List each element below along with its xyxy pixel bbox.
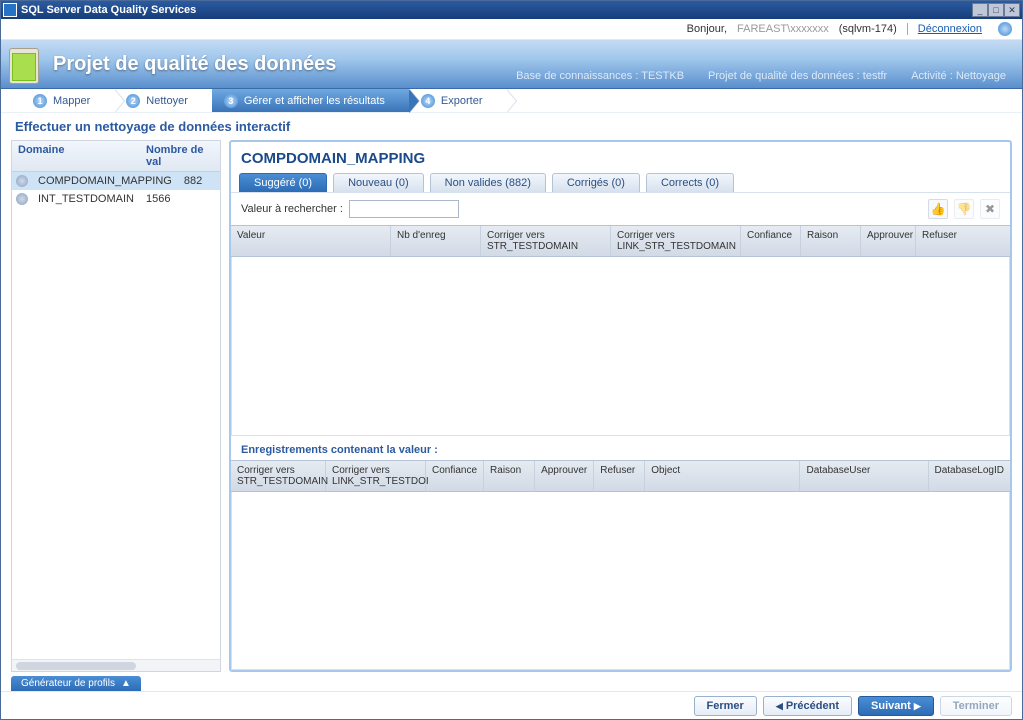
user-name: FAREAST\xxxxxxx: [737, 23, 829, 35]
col-reason[interactable]: Raison: [801, 226, 861, 256]
domain-row[interactable]: COMPDOMAIN_MAPPING 882: [12, 172, 220, 190]
col-value[interactable]: Valeur: [231, 226, 391, 256]
col-dbuser[interactable]: DatabaseUser: [800, 461, 928, 491]
domain-name: INT_TESTDOMAIN: [32, 190, 140, 208]
tab-correct[interactable]: Corrects (0): [646, 173, 734, 192]
col-object[interactable]: Object: [645, 461, 800, 491]
chevron-up-icon: ▲: [121, 678, 131, 689]
profiler-row: Générateur de profils ▲: [1, 676, 1022, 691]
col-domain: Domaine: [12, 141, 140, 171]
tab-corrected[interactable]: Corrigés (0): [552, 173, 640, 192]
values-grid-header: Valeur Nb d'enreg Corriger vers STR_TEST…: [231, 225, 1010, 257]
user-bar: Bonjour, FAREAST\xxxxxxx (sqlvm-174) Déc…: [1, 19, 1022, 39]
col-count[interactable]: Nb d'enreg: [391, 226, 481, 256]
col-correct-link[interactable]: Corriger vers LINK_STR_TESTDOI: [326, 461, 426, 491]
finish-button[interactable]: Terminer: [940, 696, 1012, 716]
banner: Projet de qualité des données Base de co…: [1, 39, 1022, 89]
domain-title: COMPDOMAIN_MAPPING: [231, 142, 1010, 173]
domain-icon: [16, 175, 28, 187]
step-cleanse[interactable]: 2 Nettoyer: [114, 89, 212, 112]
separator: [907, 23, 908, 35]
wizard-steps: 1 Mapper 2 Nettoyer 3 Gérer et afficher …: [1, 89, 1022, 113]
step-label: Nettoyer: [146, 95, 188, 107]
approve-all-icon[interactable]: 👍: [928, 199, 948, 219]
col-dblogid[interactable]: DatabaseLogID: [929, 461, 1011, 491]
banner-meta: Base de connaissances : TESTKB Projet de…: [516, 70, 1022, 88]
step-label: Gérer et afficher les résultats: [244, 95, 385, 107]
step-number: 2: [126, 94, 140, 108]
titlebar: SQL Server Data Quality Services _ □ ✕: [1, 1, 1022, 19]
col-confidence[interactable]: Confiance: [741, 226, 801, 256]
domain-count: 882: [178, 172, 220, 190]
window-title: SQL Server Data Quality Services: [21, 4, 972, 16]
next-label: Suivant: [871, 700, 911, 712]
results-panel: COMPDOMAIN_MAPPING Suggéré (0) Nouveau (…: [229, 140, 1012, 672]
records-grid-header: Corriger vers STR_TESTDOMAIN Corriger ve…: [231, 460, 1010, 492]
minimize-button[interactable]: _: [972, 3, 988, 17]
values-grid-body: [231, 257, 1010, 436]
step-manage-results[interactable]: 3 Gérer et afficher les résultats: [212, 89, 409, 112]
tab-suggested[interactable]: Suggéré (0): [239, 173, 327, 192]
close-button[interactable]: ✕: [1004, 3, 1020, 17]
maximize-button[interactable]: □: [988, 3, 1004, 17]
col-reject[interactable]: Refuser: [916, 226, 1010, 256]
search-input[interactable]: [349, 200, 459, 218]
step-mapper[interactable]: 1 Mapper: [21, 89, 114, 112]
col-reason[interactable]: Raison: [484, 461, 535, 491]
result-tabs: Suggéré (0) Nouveau (0) Non valides (882…: [231, 173, 1010, 192]
search-row: Valeur à rechercher : 👍 👎 ✖: [231, 192, 1010, 225]
step-label: Exporter: [441, 95, 483, 107]
col-approve[interactable]: Approuver: [861, 226, 916, 256]
col-confidence[interactable]: Confiance: [426, 461, 484, 491]
banner-title: Projet de qualité des données: [53, 53, 516, 76]
step-number: 3: [224, 94, 238, 108]
help-icon[interactable]: [998, 22, 1012, 36]
profiler-label: Générateur de profils: [21, 678, 115, 689]
body: Domaine Nombre de val COMPDOMAIN_MAPPING…: [1, 140, 1022, 676]
app-icon: [3, 3, 17, 17]
next-button[interactable]: Suivant ▶: [858, 696, 934, 716]
app-window: SQL Server Data Quality Services _ □ ✕ B…: [0, 0, 1023, 720]
col-count: Nombre de val: [140, 141, 220, 171]
step-label: Mapper: [53, 95, 90, 107]
project-label: Projet de qualité des données : testfr: [708, 70, 887, 82]
back-label: Précédent: [786, 700, 839, 712]
col-reject[interactable]: Refuser: [594, 461, 645, 491]
server-name: (sqlvm-174): [839, 23, 897, 35]
tab-new[interactable]: Nouveau (0): [333, 173, 424, 192]
step-number: 4: [421, 94, 435, 108]
step-number: 1: [33, 94, 47, 108]
step-export[interactable]: 4 Exporter: [409, 89, 507, 112]
domain-row[interactable]: INT_TESTDOMAIN 1566: [12, 190, 220, 208]
footer: Fermer ◀ Précédent Suivant ▶ Terminer: [1, 691, 1022, 719]
col-correct-str[interactable]: Corriger vers STR_TESTDOMAIN: [481, 226, 611, 256]
col-approve[interactable]: Approuver: [535, 461, 594, 491]
domain-list-body: COMPDOMAIN_MAPPING 882 INT_TESTDOMAIN 15…: [12, 172, 220, 659]
domain-name: COMPDOMAIN_MAPPING: [32, 172, 178, 190]
domain-count: 1566: [140, 190, 220, 208]
col-correct-link[interactable]: Corriger vers LINK_STR_TESTDOMAIN: [611, 226, 741, 256]
window-buttons: _ □ ✕: [972, 3, 1020, 17]
domain-icon: [16, 193, 28, 205]
records-section-label: Enregistrements contenant la valeur :: [231, 436, 1010, 460]
clipboard-icon: [9, 44, 43, 84]
col-correct-str[interactable]: Corriger vers STR_TESTDOMAIN: [231, 461, 326, 491]
page-subtitle: Effectuer un nettoyage de données intera…: [1, 113, 1022, 140]
profiler-toggle[interactable]: Générateur de profils ▲: [11, 676, 141, 691]
reject-all-icon[interactable]: 👎: [954, 199, 974, 219]
search-label: Valeur à rechercher :: [241, 203, 343, 215]
kb-label: Base de connaissances : TESTKB: [516, 70, 684, 82]
greeting-text: Bonjour,: [687, 23, 727, 35]
activity-label: Activité : Nettoyage: [911, 70, 1006, 82]
close-button[interactable]: Fermer: [694, 696, 757, 716]
records-grid-body: [231, 492, 1010, 671]
domain-list-panel: Domaine Nombre de val COMPDOMAIN_MAPPING…: [11, 140, 221, 672]
domain-list-header: Domaine Nombre de val: [12, 141, 220, 172]
delete-icon[interactable]: ✖: [980, 199, 1000, 219]
tab-invalid[interactable]: Non valides (882): [430, 173, 546, 192]
horizontal-scrollbar[interactable]: [12, 659, 220, 671]
logout-link[interactable]: Déconnexion: [918, 23, 982, 35]
back-button[interactable]: ◀ Précédent: [763, 696, 852, 716]
